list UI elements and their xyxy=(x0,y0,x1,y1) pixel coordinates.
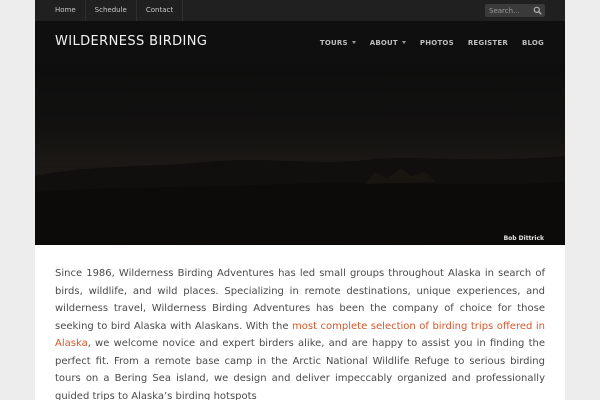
top-nav-home[interactable]: Home xyxy=(45,0,86,21)
nav-item-label: BLOG xyxy=(521,38,544,47)
intro-text-end: , we welcome novice and expert birders a… xyxy=(55,338,545,400)
search-input[interactable] xyxy=(485,4,531,17)
top-utility-bar: Home Schedule Contact xyxy=(35,0,565,21)
search-box xyxy=(485,4,545,17)
site-title[interactable]: WILDERNESS BIRDING xyxy=(55,34,207,49)
main-nav: TOURS ABOUT PHOTOS REGISTER BLOG xyxy=(313,21,551,64)
site-header: WILDERNESS BIRDING TOURS ABOUT PHOTOS RE… xyxy=(35,21,565,64)
hero-image: Bob Dittrick xyxy=(35,64,565,245)
nav-item-photos[interactable]: PHOTOS xyxy=(413,39,461,47)
nav-item-label: REGISTER xyxy=(467,38,508,47)
photo-credit: Bob Dittrick xyxy=(503,235,544,242)
chevron-down-icon xyxy=(351,41,356,44)
nav-item-tours[interactable]: TOURS xyxy=(313,39,363,47)
intro-paragraph: Since 1986, Wilderness Birding Adventure… xyxy=(55,265,545,400)
main-content: Since 1986, Wilderness Birding Adventure… xyxy=(35,245,565,400)
nav-item-blog[interactable]: BLOG xyxy=(515,39,551,47)
top-nav: Home Schedule Contact xyxy=(45,0,184,21)
nav-item-label: ABOUT xyxy=(369,38,398,47)
nav-item-label: TOURS xyxy=(319,38,348,47)
top-nav-contact[interactable]: Contact xyxy=(137,0,184,21)
nav-item-register[interactable]: REGISTER xyxy=(461,39,515,47)
nav-item-label: PHOTOS xyxy=(419,38,454,47)
hero-landscape xyxy=(35,124,565,245)
page: Home Schedule Contact WILDERNESS BIRDING… xyxy=(0,0,600,400)
top-nav-schedule[interactable]: Schedule xyxy=(86,0,137,21)
nav-item-about[interactable]: ABOUT xyxy=(363,39,413,47)
search-icon[interactable] xyxy=(533,6,542,15)
chevron-down-icon xyxy=(401,41,406,44)
